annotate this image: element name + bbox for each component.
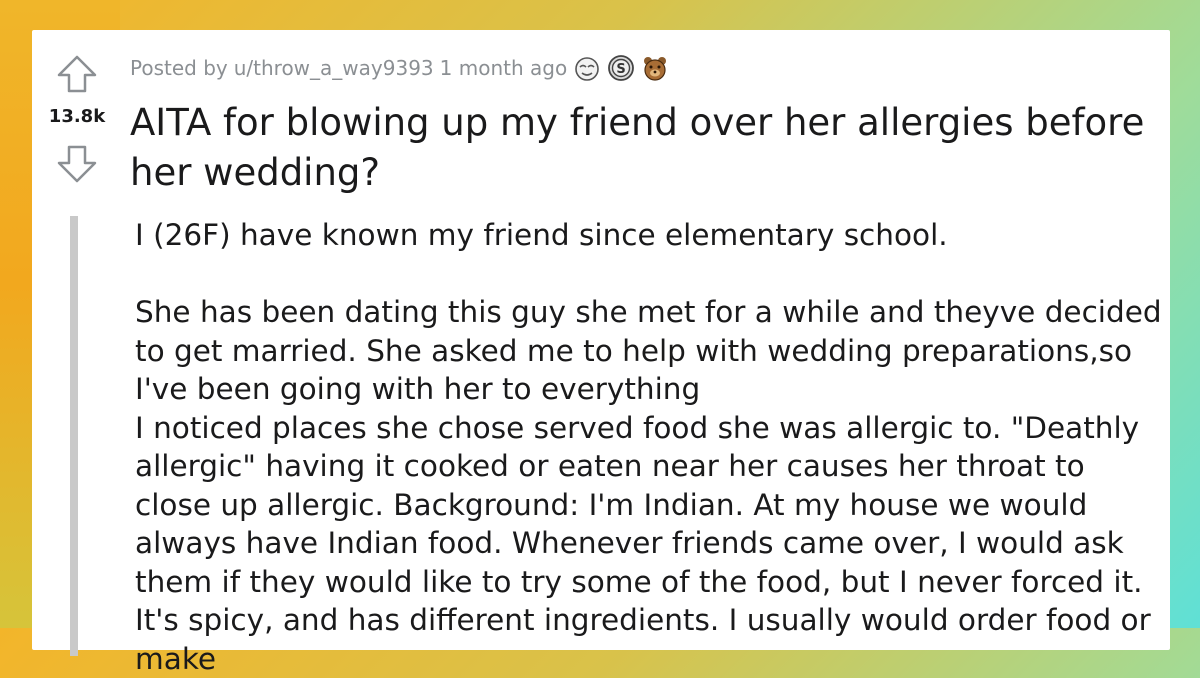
arrow-up-icon bbox=[55, 52, 99, 96]
post-time: 1 month ago bbox=[440, 56, 568, 80]
face-award-icon[interactable] bbox=[573, 54, 601, 82]
vote-column: 13.8k bbox=[32, 30, 122, 230]
silver-coin-award-icon[interactable]: S bbox=[607, 54, 635, 82]
quote-bar bbox=[70, 216, 78, 656]
post-paragraph: I noticed places she chose served food s… bbox=[135, 409, 1165, 678]
username-link[interactable]: u/throw_a_way9393 bbox=[234, 56, 434, 80]
posted-by-label: Posted by bbox=[130, 56, 228, 80]
downvote-button[interactable] bbox=[55, 142, 99, 186]
post-card: 13.8k Posted by u/throw_a_way9393 1 mont… bbox=[32, 30, 1170, 650]
upvote-button[interactable] bbox=[55, 52, 99, 96]
post-paragraph: She has been dating this guy she met for… bbox=[135, 293, 1165, 409]
svg-text:S: S bbox=[617, 62, 626, 77]
vote-score: 13.8k bbox=[32, 106, 122, 127]
arrow-down-icon bbox=[55, 142, 99, 186]
paragraph-spacer bbox=[135, 255, 1165, 294]
post-body: I (26F) have known my friend since eleme… bbox=[135, 216, 1165, 678]
post-title[interactable]: AITA for blowing up my friend over her a… bbox=[130, 98, 1165, 198]
post-meta: Posted by u/throw_a_way9393 1 month ago … bbox=[130, 53, 669, 83]
post-paragraph: I (26F) have known my friend since eleme… bbox=[135, 216, 1165, 255]
bear-award-icon[interactable] bbox=[641, 54, 669, 82]
